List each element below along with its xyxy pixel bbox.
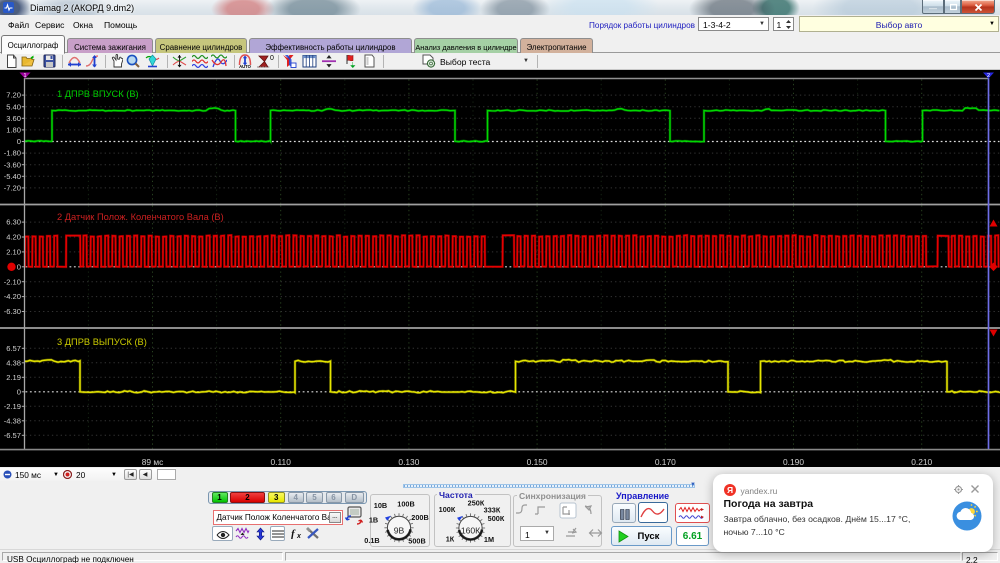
svg-text:160К: 160К [461,526,480,536]
svg-text:6.30: 6.30 [6,218,21,227]
svg-text:4.20: 4.20 [6,233,21,242]
svg-text:1: 1 [23,73,26,79]
svg-text:0.210: 0.210 [911,457,932,467]
svg-text:0: 0 [270,55,274,62]
svg-text:-4.20: -4.20 [4,292,21,301]
svg-text:0.170: 0.170 [655,457,676,467]
svg-text:0.190: 0.190 [783,457,804,467]
svg-text:3.60: 3.60 [6,114,21,123]
svg-text:-7.20: -7.20 [4,184,21,193]
svg-text:-2.19: -2.19 [4,402,21,411]
svg-text:0: 0 [17,387,21,396]
svg-text:500В: 500В [408,537,425,546]
svg-text:0.130: 0.130 [398,457,419,467]
svg-text:0.110: 0.110 [271,457,292,467]
svg-text:7.20: 7.20 [6,91,21,100]
svg-text:89 мс: 89 мс [142,457,164,467]
svg-text:9В: 9В [394,525,405,535]
svg-text:2.19: 2.19 [6,373,21,382]
svg-text:6.57: 6.57 [6,344,21,353]
svg-text:1М: 1М [484,535,494,544]
svg-text:500К: 500К [488,514,505,523]
svg-text:0.1В: 0.1В [364,536,379,545]
svg-text:100К: 100К [439,505,456,514]
svg-text:5.40: 5.40 [6,102,21,111]
svg-text:-4.38: -4.38 [4,416,21,425]
svg-text:4.38: 4.38 [6,358,21,367]
svg-text:0: 0 [17,262,21,271]
svg-text:200В: 200В [411,513,428,522]
svg-text:-3.60: -3.60 [4,160,21,169]
svg-text:-5.40: -5.40 [4,172,21,181]
svg-text:-6.57: -6.57 [4,431,21,440]
svg-text:100В: 100В [397,500,414,509]
svg-text:-6.30: -6.30 [4,307,21,316]
svg-text:1В: 1В [369,516,378,525]
svg-text:Я: Я [726,485,732,495]
svg-text:-1.80: -1.80 [4,149,21,158]
svg-text:250К: 250К [468,499,485,508]
svg-text:0: 0 [17,137,21,146]
svg-text:2: 2 [987,73,990,79]
svg-text:1К: 1К [446,535,455,544]
svg-text:10В: 10В [374,501,387,510]
svg-text:AUTO: AUTO [239,64,252,69]
svg-text:1 ДПРВ ВПУСК (В): 1 ДПРВ ВПУСК (В) [57,89,139,99]
svg-text:2.10: 2.10 [6,248,21,257]
svg-text:1.80: 1.80 [6,126,21,135]
svg-text:3 ДПРВ ВЫПУСК (В): 3 ДПРВ ВЫПУСК (В) [57,337,147,347]
svg-text:2 Датчик Полож. Коленчатого Ва: 2 Датчик Полож. Коленчатого Вала (В) [57,212,224,222]
svg-text:-2.10: -2.10 [4,277,21,286]
svg-text:0.150: 0.150 [527,457,548,467]
